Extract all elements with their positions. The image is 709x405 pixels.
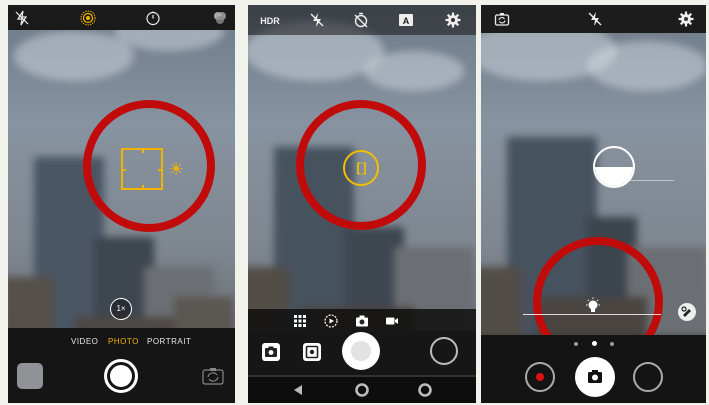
grid-icon[interactable] bbox=[293, 314, 307, 328]
switch-camera-icon[interactable] bbox=[202, 367, 224, 385]
mode-photo[interactable]: PHOTO bbox=[108, 337, 139, 346]
recents-icon[interactable] bbox=[418, 383, 432, 397]
live-photo-icon[interactable] bbox=[80, 10, 96, 26]
exposure-guide-line bbox=[614, 180, 674, 181]
svg-text:A: A bbox=[403, 16, 410, 26]
ios-bottom-bar: VIDEO PHOTO PORTRAIT bbox=[8, 328, 235, 403]
timer-icon[interactable] bbox=[145, 10, 161, 26]
flash-off-icon[interactable] bbox=[309, 12, 325, 28]
focus-indicator[interactable]: [ ] bbox=[343, 150, 379, 186]
video-icon[interactable] bbox=[385, 314, 399, 328]
android-top-toolbar: HDR A bbox=[248, 5, 476, 35]
switch-camera-icon[interactable] bbox=[494, 11, 510, 27]
lightbulb-icon[interactable] bbox=[584, 297, 602, 315]
auto-icon[interactable]: A bbox=[398, 12, 414, 28]
camera-icon[interactable] bbox=[355, 314, 369, 328]
exposure-sun-icon[interactable]: ☀ bbox=[168, 160, 184, 178]
manual-settings-icon[interactable] bbox=[678, 303, 696, 321]
android-nav-bar bbox=[248, 377, 476, 403]
empty-circle-icon[interactable] bbox=[633, 362, 663, 392]
slow-motion-icon[interactable] bbox=[324, 314, 338, 328]
switch-camera-icon[interactable] bbox=[259, 340, 283, 364]
android-control-bar bbox=[248, 331, 476, 375]
ios-camera-panel: ☀ 1× VIDEO PHOTO PORTRAIT bbox=[8, 5, 235, 403]
mode-video[interactable]: VIDEO bbox=[71, 337, 98, 346]
gallery-icon[interactable] bbox=[300, 340, 324, 364]
zoom-level-button[interactable]: 1× bbox=[110, 298, 132, 320]
settings-icon[interactable] bbox=[678, 11, 694, 27]
record-icon[interactable] bbox=[525, 362, 555, 392]
exposure-top-toolbar bbox=[481, 5, 706, 33]
ios-top-toolbar bbox=[8, 5, 235, 30]
flash-off-icon[interactable] bbox=[14, 10, 30, 26]
mode-icon[interactable] bbox=[430, 337, 458, 365]
half-filled-exposure-icon[interactable] bbox=[593, 146, 635, 188]
shutter-button[interactable] bbox=[104, 359, 138, 393]
mode-selector: VIDEO PHOTO PORTRAIT bbox=[8, 337, 235, 349]
mode-portrait[interactable]: PORTRAIT bbox=[147, 337, 191, 346]
settings-icon[interactable] bbox=[445, 12, 461, 28]
exposure-bottom-bar bbox=[481, 335, 706, 403]
shutter-icon[interactable] bbox=[342, 332, 380, 370]
timer-off-icon[interactable] bbox=[353, 12, 369, 28]
android-camera-panel: HDR A [ ] bbox=[248, 5, 476, 403]
exposure-camera-panel bbox=[481, 5, 706, 403]
filters-icon[interactable] bbox=[212, 10, 228, 26]
home-icon[interactable] bbox=[355, 383, 369, 397]
flash-off-icon[interactable] bbox=[587, 11, 603, 27]
back-icon[interactable] bbox=[291, 383, 305, 397]
focus-square[interactable] bbox=[121, 148, 163, 190]
hdr-toggle[interactable]: HDR bbox=[259, 13, 281, 29]
camera-shutter-icon[interactable] bbox=[575, 357, 615, 397]
camera-mode-row bbox=[248, 309, 476, 331]
photo-thumbnail[interactable] bbox=[17, 363, 43, 389]
